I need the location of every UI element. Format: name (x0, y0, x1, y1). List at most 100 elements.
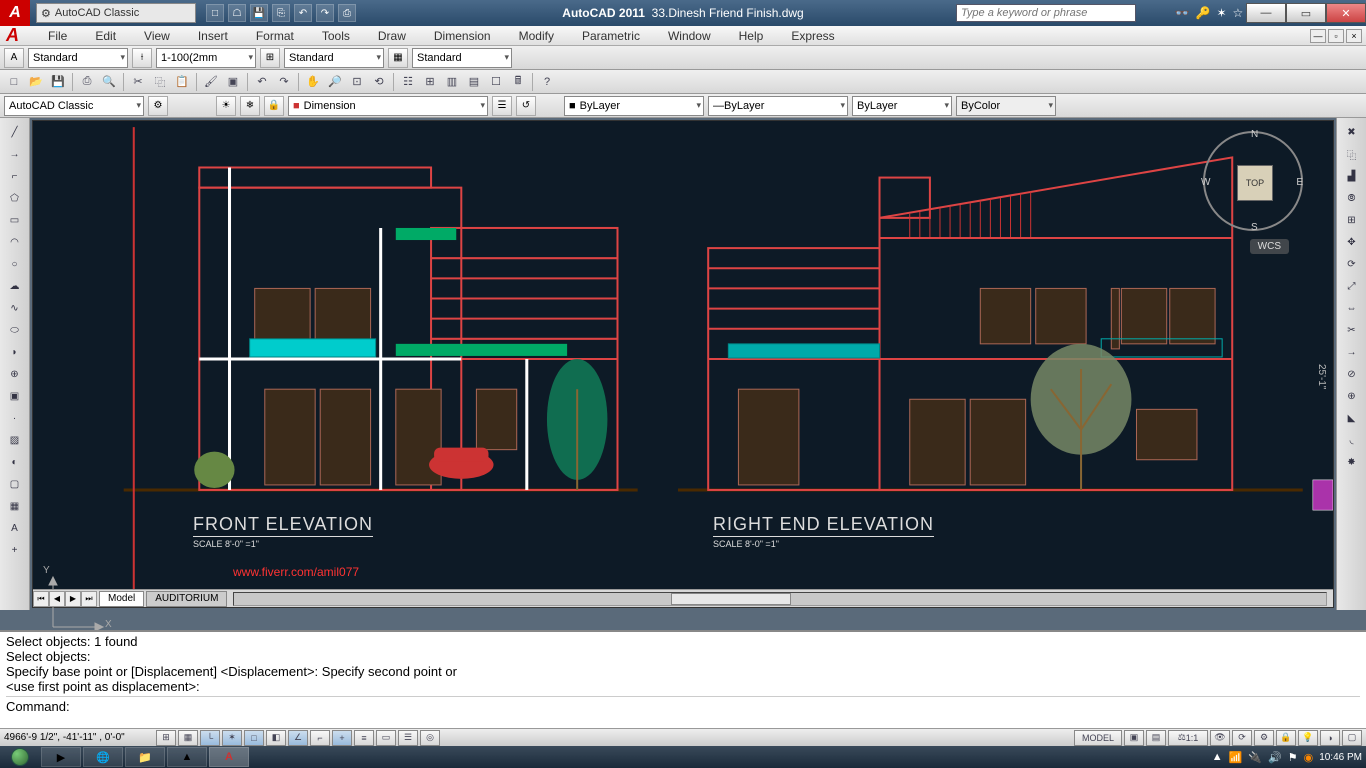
copy-icon[interactable]: ⿻ (150, 72, 170, 92)
menu-tools[interactable]: Tools (308, 26, 364, 45)
move-icon[interactable]: ✥ (1341, 232, 1363, 252)
binoculars-icon[interactable]: 👓 (1175, 6, 1190, 20)
menu-help[interactable]: Help (725, 26, 778, 45)
menu-insert[interactable]: Insert (184, 26, 242, 45)
mtext-icon[interactable]: A (4, 518, 26, 538)
menu-draw[interactable]: Draw (364, 26, 420, 45)
block-icon[interactable]: ▣ (223, 72, 243, 92)
app-menu-icon[interactable]: A (6, 25, 34, 46)
redo-icon[interactable]: ↷ (274, 72, 294, 92)
quickview-layouts-icon[interactable]: ▣ (1124, 730, 1144, 746)
snap-toggle[interactable]: ⊞ (156, 730, 176, 746)
spline-icon[interactable]: ∿ (4, 298, 26, 318)
viewcube-top[interactable]: TOP (1237, 165, 1273, 201)
menu-window[interactable]: Window (654, 26, 725, 45)
mdi-close[interactable]: × (1346, 29, 1362, 43)
ortho-toggle[interactable]: └ (200, 730, 220, 746)
sc-toggle[interactable]: ◎ (420, 730, 440, 746)
modelspace-button[interactable]: MODEL (1074, 730, 1122, 746)
taskbar-explorer[interactable]: 📁 (125, 747, 165, 767)
cleanscreen-icon[interactable]: ▢ (1342, 730, 1362, 746)
hscroll-thumb[interactable] (671, 593, 791, 605)
tab-next-icon[interactable]: ▶ (65, 591, 81, 607)
chamfer-icon[interactable]: ◣ (1341, 408, 1363, 428)
copy2-icon[interactable]: ⿻ (1341, 144, 1363, 164)
dimscale-dropdown[interactable]: 1-100(2mm (156, 48, 256, 68)
taskbar-vlc[interactable]: ▲ (167, 747, 207, 767)
taskbar-chrome[interactable]: 🌐 (83, 747, 123, 767)
insert-icon[interactable]: ⊕ (4, 364, 26, 384)
tray-up-icon[interactable]: ▲ (1212, 751, 1223, 763)
redo-button[interactable]: ↷ (316, 4, 334, 22)
pan-icon[interactable]: ✋ (303, 72, 323, 92)
scale-icon[interactable]: ⤢ (1341, 276, 1363, 296)
polar-toggle[interactable]: ✶ (222, 730, 242, 746)
arc-icon[interactable]: ◠ (4, 232, 26, 252)
help2-icon[interactable]: ? (537, 72, 557, 92)
taskbar-mediaplayer[interactable]: ▶ (41, 747, 81, 767)
linetype-dropdown[interactable]: — ByLayer (708, 96, 848, 116)
wcs-badge[interactable]: WCS (1250, 239, 1289, 254)
tab-prev-icon[interactable]: ◀ (49, 591, 65, 607)
sheetset-icon[interactable]: ▤ (464, 72, 484, 92)
tray-power-icon[interactable]: 🔌 (1248, 751, 1262, 764)
tray-flag-icon[interactable]: ⚑ (1288, 751, 1298, 764)
tray-volume-icon[interactable]: 🔊 (1268, 751, 1282, 764)
viewcube-s[interactable]: S (1251, 222, 1258, 233)
calc-icon[interactable]: 🖩 (508, 72, 528, 92)
new-icon[interactable]: □ (4, 72, 24, 92)
clock[interactable]: 10:46 PM (1319, 752, 1362, 763)
viewcube-w[interactable]: W (1201, 177, 1210, 188)
paste-icon[interactable]: 📋 (172, 72, 192, 92)
undo-button[interactable]: ↶ (294, 4, 312, 22)
layer-state-icon[interactable]: ☀ (216, 96, 236, 116)
ellipse-icon[interactable]: ⬭ (4, 320, 26, 340)
qp-toggle[interactable]: ☰ (398, 730, 418, 746)
layer-dropdown[interactable]: ■ Dimension (288, 96, 488, 116)
open-icon[interactable]: 📂 (26, 72, 46, 92)
stretch-icon[interactable]: ⇔ (1341, 298, 1363, 318)
zoomprev-icon[interactable]: ⟲ (369, 72, 389, 92)
line-icon[interactable]: ╱ (4, 122, 26, 142)
menu-modify[interactable]: Modify (505, 26, 568, 45)
quickview-drawings-icon[interactable]: ▤ (1146, 730, 1166, 746)
undo-icon[interactable]: ↶ (252, 72, 272, 92)
tpy-toggle[interactable]: ▭ (376, 730, 396, 746)
trim-icon[interactable]: ✂ (1341, 320, 1363, 340)
hscrollbar[interactable] (233, 592, 1327, 606)
ray-icon[interactable]: → (4, 144, 26, 164)
addsel-icon[interactable]: + (4, 540, 26, 560)
3dosnap-toggle[interactable]: ◧ (266, 730, 286, 746)
match-icon[interactable]: 🖌 (201, 72, 221, 92)
extend-icon[interactable]: → (1341, 342, 1363, 362)
dimstyle-dropdown[interactable]: Standard (284, 48, 384, 68)
viewcube-n[interactable]: N (1251, 129, 1258, 140)
tablestyle-dropdown[interactable]: Standard (412, 48, 512, 68)
dyn-toggle[interactable]: + (332, 730, 352, 746)
erase-icon[interactable]: ✖ (1341, 122, 1363, 142)
viewcube-e[interactable]: E (1296, 177, 1303, 188)
cmd-prompt[interactable]: Command: (6, 696, 1360, 714)
workspace-dropdown[interactable]: AutoCAD Classic (4, 96, 144, 116)
polygon-icon[interactable]: ⬠ (4, 188, 26, 208)
menu-format[interactable]: Format (242, 26, 308, 45)
hardware-accel-icon[interactable]: 💡 (1298, 730, 1318, 746)
hatch-icon[interactable]: ▨ (4, 430, 26, 450)
pline-icon[interactable]: ⌐ (4, 166, 26, 186)
table-icon[interactable]: ▦ (4, 496, 26, 516)
menu-file[interactable]: File (34, 26, 81, 45)
tray-av-icon[interactable]: ◉ (1304, 751, 1314, 764)
annoauto-icon[interactable]: ⟳ (1232, 730, 1252, 746)
command-window[interactable]: Select objects: 1 found Select objects: … (0, 630, 1366, 728)
minimize-button[interactable]: — (1246, 3, 1286, 23)
plotstyle-dropdown[interactable]: ByColor (956, 96, 1056, 116)
annovisibility-icon[interactable]: 👁 (1210, 730, 1230, 746)
textstyle-icon[interactable]: A (4, 48, 24, 68)
open-button[interactable]: ☖ (228, 4, 246, 22)
exchange-icon[interactable]: ✶ (1216, 6, 1226, 20)
properties-icon[interactable]: ☷ (398, 72, 418, 92)
tab-last-icon[interactable]: ⏭ (81, 591, 97, 607)
grid-toggle[interactable]: ▦ (178, 730, 198, 746)
region-icon[interactable]: ▢ (4, 474, 26, 494)
new-button[interactable]: □ (206, 4, 224, 22)
